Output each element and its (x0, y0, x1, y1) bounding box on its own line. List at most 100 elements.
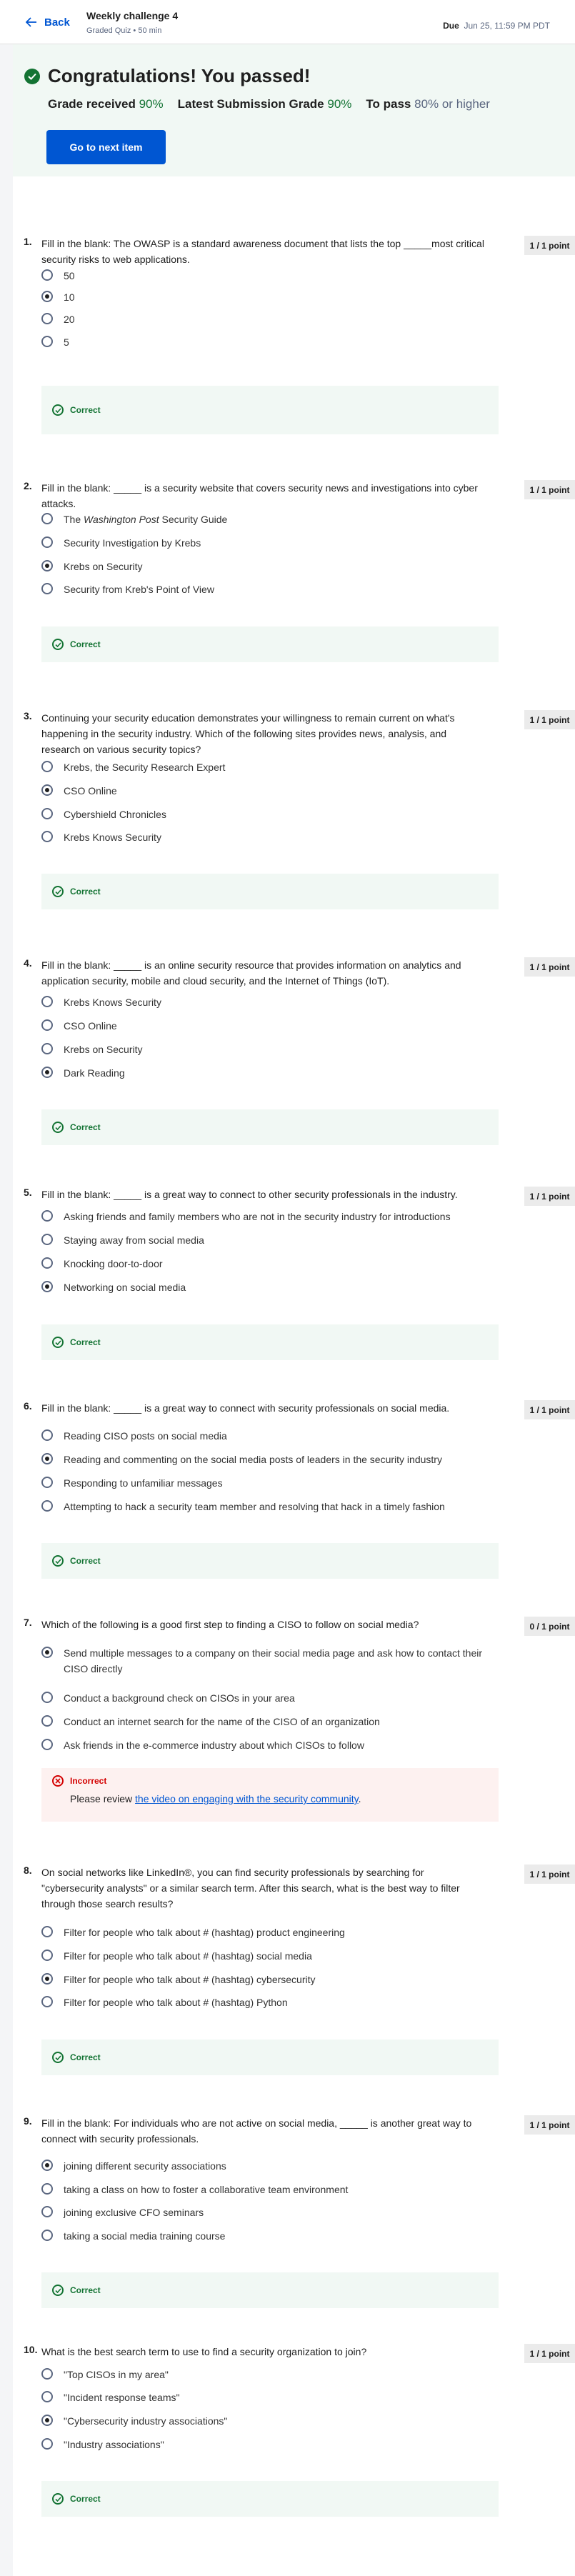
answer-option[interactable]: Attempting to hack a security team membe… (41, 1499, 499, 1514)
due-date: Due Jun 25, 11:59 PM PDT (443, 21, 550, 31)
correct-feedback: Correct (41, 386, 499, 434)
answer-option-label: Krebs on Security (64, 561, 143, 572)
radio-button[interactable] (41, 2368, 53, 2380)
answer-option-label: CSO Online (64, 1020, 117, 1032)
radio-button[interactable] (41, 269, 53, 281)
radio-button[interactable] (41, 1950, 53, 1961)
answer-option[interactable]: Krebs Knows Security (41, 829, 499, 845)
radio-button[interactable] (41, 1429, 53, 1441)
answer-option[interactable]: joining exclusive CFO seminars (41, 2205, 499, 2220)
answer-option-label: Reading and commenting on the social med… (64, 1454, 442, 1465)
radio-button[interactable] (41, 1926, 53, 1937)
answer-option-label: Attempting to hack a security team membe… (64, 1501, 445, 1512)
answer-option[interactable]: "Industry associations" (41, 2437, 499, 2452)
answer-option[interactable]: Networking on social media (41, 1279, 499, 1295)
answer-option[interactable]: Filter for people who talk about # (hash… (41, 1948, 499, 1964)
question-2: 2. Fill in the blank: _____ is a security… (13, 480, 575, 662)
points-badge: 1 / 1 point (524, 1864, 575, 1884)
answer-option[interactable]: Knocking door-to-door (41, 1256, 499, 1272)
answer-option[interactable]: The Washington Post Security Guide (41, 511, 499, 527)
answer-option[interactable]: joining different security associations (41, 2158, 499, 2174)
answer-option[interactable]: CSO Online (41, 783, 499, 799)
radio-button[interactable] (41, 560, 53, 571)
radio-button[interactable] (41, 1043, 53, 1054)
answer-option[interactable]: Krebs on Security (41, 559, 499, 574)
radio-button[interactable] (41, 1739, 53, 1750)
radio-button[interactable] (41, 784, 53, 796)
answer-option[interactable]: "Top CISOs in my area" (41, 2367, 499, 2382)
radio-button[interactable] (41, 1281, 53, 1292)
answer-option[interactable]: Staying away from social media (41, 1232, 499, 1248)
radio-button[interactable] (41, 996, 53, 1007)
answer-option[interactable]: Filter for people who talk about # (hash… (41, 1972, 499, 1987)
feedback-note-suffix: . (358, 1793, 361, 1804)
radio-button[interactable] (41, 1996, 53, 2007)
answer-option[interactable]: Filter for people who talk about # (hash… (41, 1995, 499, 2010)
answer-option[interactable]: Asking friends and family members who ar… (41, 1209, 499, 1224)
answer-option[interactable]: Dark Reading (41, 1065, 499, 1081)
radio-button[interactable] (41, 1973, 53, 1985)
radio-button[interactable] (41, 291, 53, 302)
answer-option[interactable]: Krebs on Security (41, 1042, 499, 1057)
radio-button[interactable] (41, 831, 53, 842)
incorrect-feedback: Incorrect Please review the video on enga… (41, 1768, 499, 1822)
radio-button[interactable] (41, 1257, 53, 1269)
radio-button[interactable] (41, 2230, 53, 2241)
answer-option[interactable]: taking a social media training course (41, 2228, 499, 2244)
radio-button[interactable] (41, 1477, 53, 1488)
radio-button[interactable] (41, 583, 53, 594)
answer-option-label: joining different security associations (64, 2160, 226, 2172)
review-video-link[interactable]: the video on engaging with the security … (135, 1793, 359, 1804)
answer-option[interactable]: CSO Online (41, 1018, 499, 1034)
answer-option[interactable]: Conduct an internet search for the name … (41, 1714, 499, 1729)
answer-option[interactable]: Filter for people who talk about # (hash… (41, 1924, 499, 1940)
points-badge: 1 / 1 point (524, 2344, 575, 2363)
answer-option-label: Send multiple messages to a company on t… (64, 1647, 482, 1674)
answer-option[interactable]: Reading and commenting on the social med… (41, 1452, 499, 1467)
radio-button[interactable] (41, 2391, 53, 2402)
answer-option[interactable]: Security from Kreb's Point of View (41, 581, 499, 597)
radio-button[interactable] (41, 536, 53, 548)
answer-option[interactable]: Krebs, the Security Research Expert (41, 759, 499, 775)
answer-option[interactable]: 5 (41, 334, 499, 350)
next-item-button[interactable]: Go to next item (46, 130, 166, 164)
answer-option-label: Reading CISO posts on social media (64, 1430, 227, 1442)
answer-option[interactable]: Ask friends in the e-commerce industry a… (41, 1737, 499, 1753)
points-badge: 1 / 1 point (524, 236, 575, 255)
radio-button[interactable] (41, 1210, 53, 1222)
radio-button[interactable] (41, 2160, 53, 2171)
feedback-label: Correct (70, 1122, 101, 1132)
correct-feedback: Correct (41, 626, 499, 662)
back-button[interactable]: Back (26, 13, 70, 31)
answer-option[interactable]: 50 (41, 268, 499, 284)
radio-button[interactable] (41, 1647, 53, 1658)
answer-option[interactable]: 20 (41, 311, 499, 327)
radio-button[interactable] (41, 1234, 53, 1245)
radio-button[interactable] (41, 1067, 53, 1078)
radio-button[interactable] (41, 2183, 53, 2195)
answer-option[interactable]: Responding to unfamiliar messages (41, 1475, 499, 1491)
answer-option[interactable]: 10 (41, 289, 499, 305)
answer-option[interactable]: "Cybersecurity industry associations" (41, 2413, 499, 2429)
answer-option[interactable]: Cybershield Chronicles (41, 807, 499, 822)
answer-option[interactable]: Reading CISO posts on social media (41, 1428, 499, 1444)
answer-option[interactable]: taking a class on how to foster a collab… (41, 2182, 499, 2197)
answer-option[interactable]: Krebs Knows Security (41, 994, 499, 1010)
radio-button[interactable] (41, 2438, 53, 2450)
radio-button[interactable] (41, 1453, 53, 1464)
radio-button[interactable] (41, 2415, 53, 2426)
radio-button[interactable] (41, 1019, 53, 1031)
answer-option[interactable]: "Incident response teams" (41, 2390, 499, 2405)
radio-button[interactable] (41, 313, 53, 324)
radio-button[interactable] (41, 336, 53, 347)
radio-button[interactable] (41, 761, 53, 772)
answer-option[interactable]: Conduct a background check on CISOs in y… (41, 1690, 499, 1706)
radio-button[interactable] (41, 1500, 53, 1512)
answer-option[interactable]: Send multiple messages to a company on t… (41, 1645, 499, 1677)
radio-button[interactable] (41, 1715, 53, 1727)
radio-button[interactable] (41, 808, 53, 819)
radio-button[interactable] (41, 513, 53, 524)
radio-button[interactable] (41, 1692, 53, 1703)
radio-button[interactable] (41, 2206, 53, 2217)
answer-option[interactable]: Security Investigation by Krebs (41, 535, 499, 551)
